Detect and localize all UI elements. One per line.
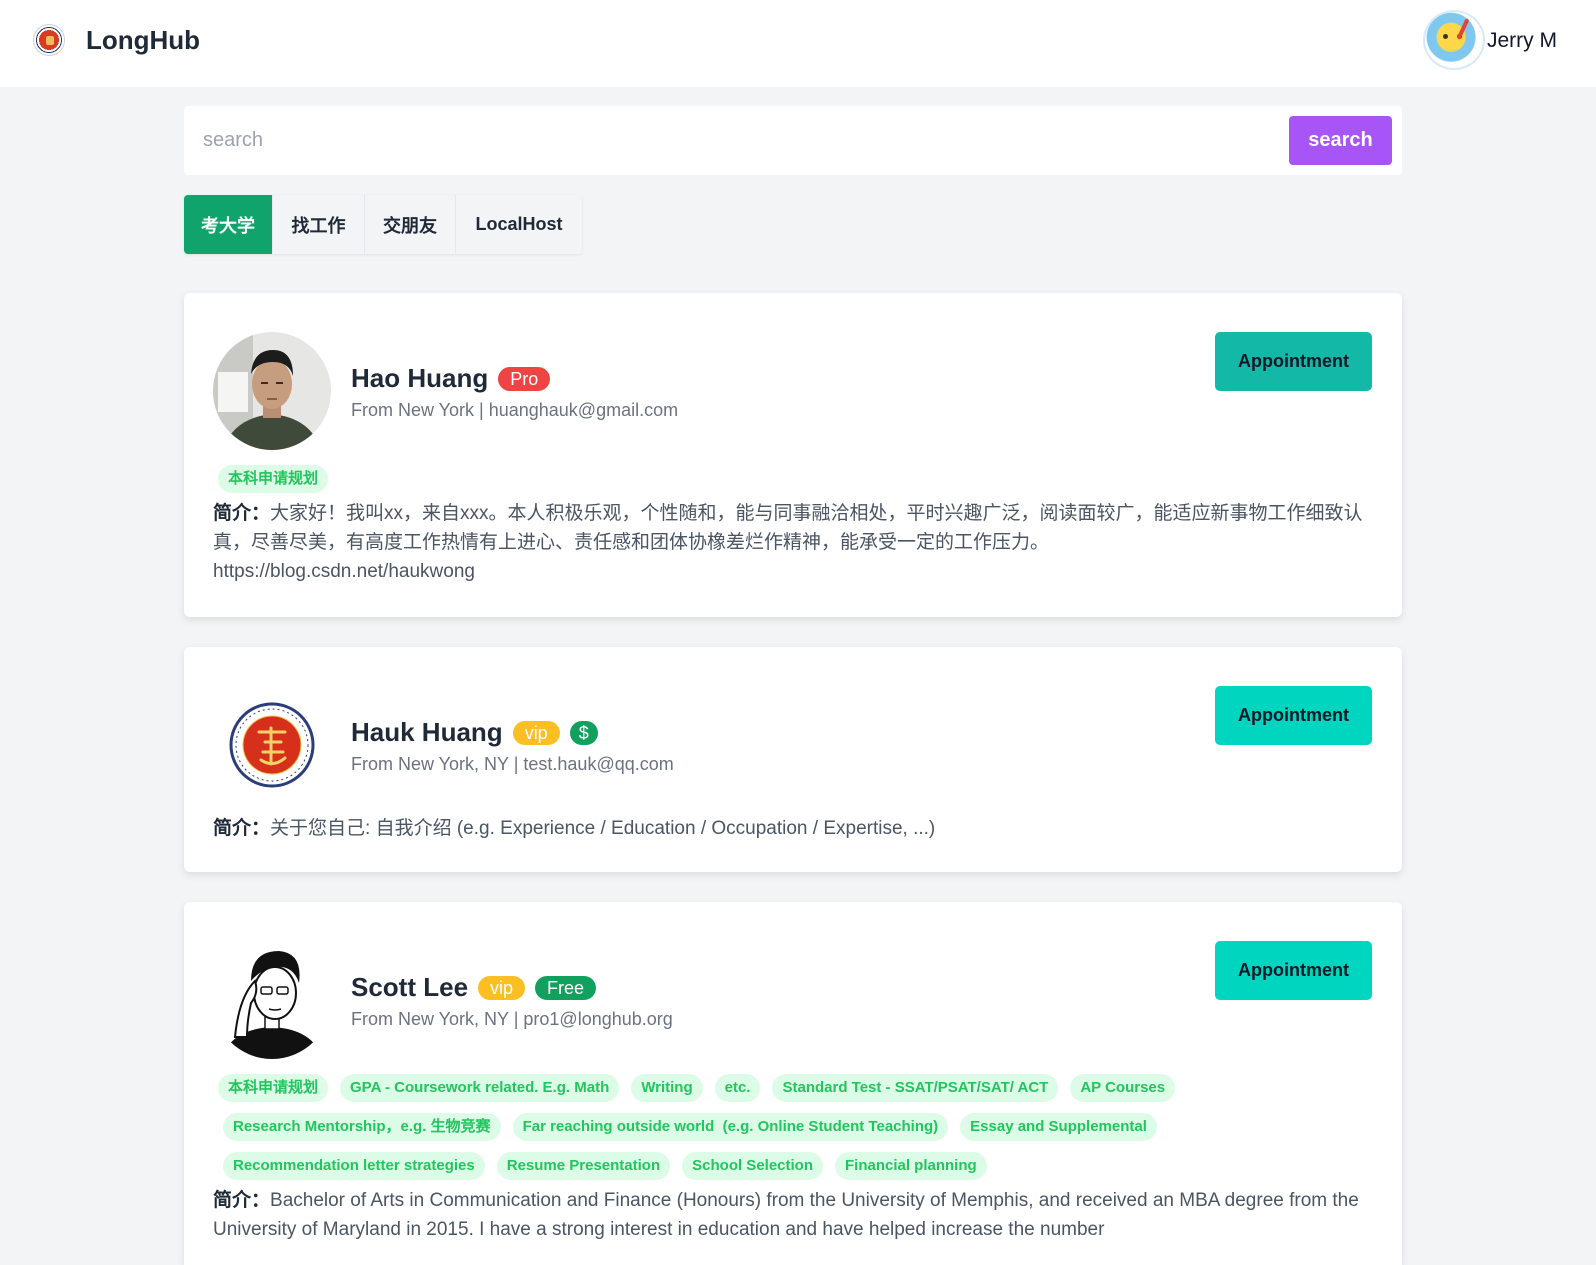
- profile-card: Hauk Huang vip $ From New York, NY | tes…: [184, 647, 1402, 872]
- tag-list: 本科申请规划 GPA - Coursework related. E.g. Mat…: [213, 1074, 1383, 1191]
- bio-link[interactable]: https://blog.csdn.net/haukwong: [213, 557, 1373, 586]
- tag[interactable]: Financial planning: [835, 1152, 987, 1180]
- profile-location-email: From New York, NY | pro1@longhub.org: [351, 1009, 673, 1029]
- tab-zhao-gong-zuo[interactable]: 找工作: [273, 195, 365, 254]
- bio-text: 大家好！我叫xx，来自xxx。本人积极乐观，个性随和，能与同事融洽相处，平时兴趣…: [213, 503, 1363, 553]
- tag[interactable]: Essay and Supplemental: [960, 1113, 1157, 1141]
- top-navbar: LongHub Jerry M: [0, 0, 1596, 87]
- category-tabs: 考大学 找工作 交朋友 LocalHost: [184, 195, 582, 254]
- brand-name[interactable]: LongHub: [86, 25, 200, 56]
- tag[interactable]: Resume Presentation: [496, 1152, 671, 1180]
- tag[interactable]: Writing: [631, 1074, 703, 1102]
- profile-bio: 简介：关于您自己: 自我介绍 (e.g. Experience / Educat…: [213, 814, 1373, 843]
- profile-name[interactable]: Scott Lee: [351, 972, 468, 1003]
- profile-bio: 简介：Bachelor of Arts in Communication and…: [213, 1186, 1373, 1244]
- tag[interactable]: GPA - Coursework related. E.g. Math: [340, 1074, 620, 1102]
- profile-name-row: Scott Lee vip Free: [351, 972, 606, 1003]
- profile-name-row: Hauk Huang vip $: [351, 717, 608, 748]
- profile-location-email: From New York | huanghauk@gmail.com: [351, 400, 679, 420]
- tag[interactable]: 本科申请规划: [218, 1074, 329, 1102]
- bio-text: Bachelor of Arts in Communication and Fi…: [213, 1190, 1359, 1240]
- tag[interactable]: Research Mentorship，e.g. 生物竞赛: [223, 1113, 501, 1141]
- tab-kao-da-xue[interactable]: 考大学: [184, 195, 273, 254]
- vip-badge: vip: [512, 720, 560, 745]
- search-button[interactable]: search: [1289, 116, 1392, 165]
- free-badge: Free: [535, 975, 597, 1000]
- bio-text: 关于您自己: 自我介绍 (e.g. Experience / Education…: [270, 818, 936, 839]
- user-avatar[interactable]: [1423, 10, 1485, 70]
- profile-card: Scott Lee vip Free From New York, NY | p…: [184, 902, 1402, 1265]
- search-bar: search: [184, 106, 1402, 175]
- profile-bio: 简介：大家好！我叫xx，来自xxx。本人积极乐观，个性随和，能与同事融洽相处，平…: [213, 499, 1373, 586]
- tag[interactable]: etc.: [714, 1074, 761, 1102]
- user-name[interactable]: Jerry M: [1487, 29, 1557, 53]
- longhub-logo-icon[interactable]: [33, 24, 65, 56]
- bio-label: 简介：: [213, 818, 271, 839]
- profile-name[interactable]: Hao Huang: [351, 363, 488, 394]
- profile-location-email: From New York, NY | test.hauk@qq.com: [351, 754, 674, 774]
- dollar-badge: $: [569, 720, 598, 745]
- tag[interactable]: Far reaching outside world (e.g. Online …: [512, 1113, 949, 1141]
- bio-label: 简介：: [213, 1190, 271, 1211]
- tab-localhost[interactable]: LocalHost: [456, 195, 582, 254]
- pro-badge: Pro: [498, 366, 551, 391]
- tag[interactable]: 本科申请规划: [218, 465, 329, 493]
- appointment-button[interactable]: Appointment: [1215, 941, 1372, 1000]
- tag[interactable]: Standard Test - SSAT/PSAT/SAT/ ACT: [772, 1074, 1059, 1102]
- avatar[interactable]: [213, 686, 331, 804]
- tag[interactable]: AP Courses: [1070, 1074, 1176, 1102]
- avatar[interactable]: [213, 332, 331, 450]
- tab-jiao-peng-you[interactable]: 交朋友: [365, 195, 456, 254]
- search-input[interactable]: [184, 106, 1284, 175]
- appointment-button[interactable]: Appointment: [1215, 686, 1372, 745]
- bio-label: 简介：: [213, 503, 271, 524]
- avatar[interactable]: [213, 941, 331, 1059]
- tag[interactable]: School Selection: [682, 1152, 823, 1180]
- appointment-button[interactable]: Appointment: [1215, 332, 1372, 391]
- profile-card: Hao Huang Pro From New York | huanghauk@…: [184, 293, 1402, 617]
- vip-badge: vip: [478, 975, 526, 1000]
- profile-name[interactable]: Hauk Huang: [351, 717, 503, 748]
- tag[interactable]: Recommendation letter strategies: [223, 1152, 485, 1180]
- profile-name-row: Hao Huang Pro: [351, 363, 560, 394]
